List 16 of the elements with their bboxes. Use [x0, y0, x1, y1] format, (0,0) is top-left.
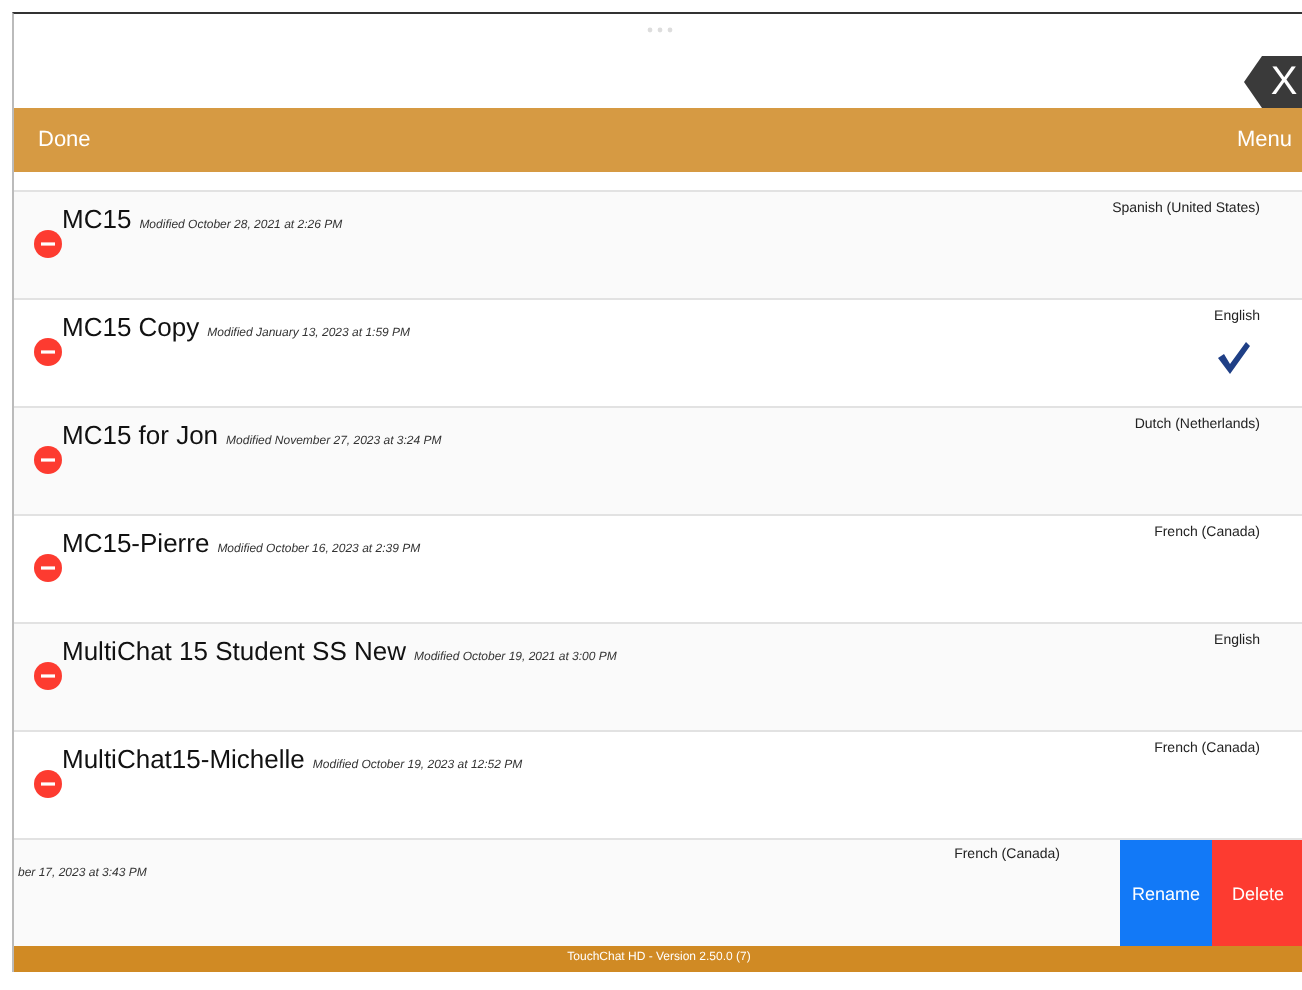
delete-minus-icon[interactable]	[34, 662, 62, 690]
delete-minus-icon[interactable]	[34, 338, 62, 366]
delete-minus-icon[interactable]	[34, 770, 62, 798]
vocabulary-title: MultiChat15-Michelle	[62, 744, 305, 774]
vocabulary-title: MC15 Copy	[62, 312, 200, 342]
delete-minus-icon[interactable]	[34, 230, 62, 258]
rename-button[interactable]: Rename	[1120, 840, 1212, 946]
grabber-icon	[645, 26, 673, 34]
close-button[interactable]: X	[1244, 56, 1302, 108]
vocabulary-title: MC15-Pierre	[62, 528, 210, 558]
delete-minus-icon[interactable]	[34, 554, 62, 582]
delete-button[interactable]: Delete	[1212, 840, 1302, 946]
vocabulary-title: MC15	[62, 204, 132, 234]
vocabulary-title: MultiChat 15 Student SS New	[62, 636, 406, 666]
delete-minus-icon[interactable]	[34, 446, 62, 474]
vocabulary-title: MC15 for Jon	[62, 420, 219, 450]
